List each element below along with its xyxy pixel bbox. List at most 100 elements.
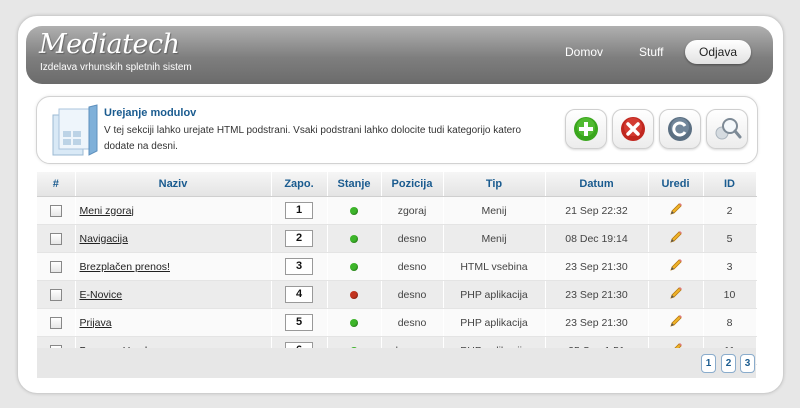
search-icon [715, 118, 742, 140]
name-cell: E-Novice [75, 280, 272, 309]
logo[interactable]: Mediatech [39, 29, 180, 60]
module-name-link[interactable]: Prijava [80, 317, 112, 329]
order-input[interactable]: 2 [285, 230, 313, 247]
status-cell [327, 308, 382, 337]
table-row: Brezplačen prenos! 3 desno HTML vsebina 23 S… [37, 252, 757, 281]
page-button-3[interactable]: 3 [740, 354, 755, 373]
module-name-link[interactable]: E-Novice [80, 289, 123, 301]
col-header-order[interactable]: Zapo. [271, 172, 328, 197]
row-select-cell [37, 280, 76, 309]
name-cell: Prijava [75, 308, 272, 337]
id-cell: 2 [703, 196, 757, 225]
delete-button[interactable] [612, 109, 654, 149]
row-checkbox[interactable] [49, 204, 62, 217]
search-button[interactable] [706, 109, 748, 149]
row-checkbox[interactable] [49, 232, 62, 245]
date-cell: 21 Sep 22:32 [545, 196, 649, 225]
id-cell: 10 [703, 280, 757, 309]
close-icon [621, 117, 645, 141]
refresh-button[interactable] [659, 109, 701, 149]
id-cell: 8 [703, 308, 757, 337]
order-cell: 4 [271, 280, 328, 309]
edit-pencil-icon[interactable] [669, 286, 683, 303]
edit-pencil-icon[interactable] [669, 258, 683, 275]
id-cell: 3 [703, 252, 757, 281]
row-checkbox[interactable] [49, 316, 62, 329]
edit-cell [648, 196, 704, 225]
type-cell: PHP aplikacija [443, 280, 546, 309]
nav-stuff-link[interactable]: Stuff [639, 45, 663, 59]
position-cell: zgoraj [381, 196, 444, 225]
position-cell: desno [381, 224, 444, 253]
module-name-link[interactable]: Meni zgoraj [80, 205, 134, 217]
module-description: V tej sekciji lahko urejate HTML podstra… [104, 125, 522, 152]
col-header-name[interactable]: Naziv [75, 172, 272, 197]
nav-home-link[interactable]: Domov [565, 45, 603, 59]
id-cell: 5 [703, 224, 757, 253]
col-header-position[interactable]: Pozicija [381, 172, 444, 197]
table-row: E-Novice 4 desno PHP aplikacija 23 Sep 21:30… [37, 280, 757, 309]
order-input[interactable]: 3 [285, 258, 313, 275]
add-button[interactable] [565, 109, 607, 149]
table-row: Prijava 5 desno PHP aplikacija 23 Sep 21:30 8 [37, 308, 757, 337]
row-checkbox[interactable] [49, 260, 62, 273]
date-cell: 23 Sep 21:30 [545, 252, 649, 281]
col-header-type[interactable]: Tip [443, 172, 546, 197]
status-dot-icon[interactable] [350, 318, 358, 327]
position-cell: desno [381, 252, 444, 281]
status-dot-icon[interactable] [350, 262, 358, 271]
order-cell: 3 [271, 252, 328, 281]
date-cell: 23 Sep 21:30 [545, 280, 649, 309]
order-input[interactable]: 1 [285, 202, 313, 219]
col-header-edit[interactable]: Uredi [648, 172, 704, 197]
type-cell: Menij [443, 196, 546, 225]
order-input[interactable]: 5 [285, 314, 313, 331]
modules-table: # Naziv Zapo. Stanje Pozicija Tip Datum … [37, 172, 757, 365]
pagination-bar: 1 2 3 [37, 348, 756, 378]
type-cell: HTML vsebina [443, 252, 546, 281]
module-info-panel: Urejanje modulov V tej sekciji lahko ure… [36, 96, 758, 164]
logout-button[interactable]: Odjava [685, 40, 751, 64]
position-cell: desno [381, 308, 444, 337]
status-cell [327, 252, 382, 281]
tagline: Izdelava vrhunskih spletnih sistem [40, 62, 192, 73]
status-cell [327, 196, 382, 225]
row-checkbox[interactable] [49, 288, 62, 301]
order-cell: 1 [271, 196, 328, 225]
type-cell: PHP aplikacija [443, 308, 546, 337]
page-button-2[interactable]: 2 [721, 354, 736, 373]
status-cell [327, 280, 382, 309]
folder-icon [51, 103, 99, 159]
order-cell: 5 [271, 308, 328, 337]
status-cell [327, 224, 382, 253]
col-header-id[interactable]: ID [703, 172, 757, 197]
edit-pencil-icon[interactable] [669, 230, 683, 247]
edit-pencil-icon[interactable] [669, 202, 683, 219]
row-select-cell [37, 196, 76, 225]
module-name-link[interactable]: Brezplačen prenos! [80, 261, 170, 273]
name-cell: Navigacija [75, 224, 272, 253]
row-select-cell [37, 224, 76, 253]
col-header-select[interactable]: # [37, 172, 76, 197]
edit-cell [648, 280, 704, 309]
status-dot-icon[interactable] [350, 206, 358, 215]
plus-icon [574, 117, 598, 141]
col-header-status[interactable]: Stanje [327, 172, 382, 197]
position-cell: desno [381, 280, 444, 309]
col-header-date[interactable]: Datum [545, 172, 649, 197]
edit-pencil-icon[interactable] [669, 314, 683, 331]
header-bar: Mediatech Izdelava vrhunskih spletnih si… [26, 26, 773, 84]
row-select-cell [37, 252, 76, 281]
table-header-row: # Naziv Zapo. Stanje Pozicija Tip Datum … [37, 172, 757, 197]
date-cell: 23 Sep 21:30 [545, 308, 649, 337]
status-dot-icon[interactable] [350, 290, 358, 299]
order-input[interactable]: 4 [285, 286, 313, 303]
status-dot-icon[interactable] [350, 234, 358, 243]
module-title: Urejanje modulov [104, 107, 197, 119]
module-name-link[interactable]: Navigacija [80, 233, 128, 245]
name-cell: Meni zgoraj [75, 196, 272, 225]
table-row: Navigacija 2 desno Menij 08 Dec 19:14 5 [37, 224, 757, 253]
page-button-1[interactable]: 1 [701, 354, 716, 373]
edit-cell [648, 224, 704, 253]
type-cell: Menij [443, 224, 546, 253]
